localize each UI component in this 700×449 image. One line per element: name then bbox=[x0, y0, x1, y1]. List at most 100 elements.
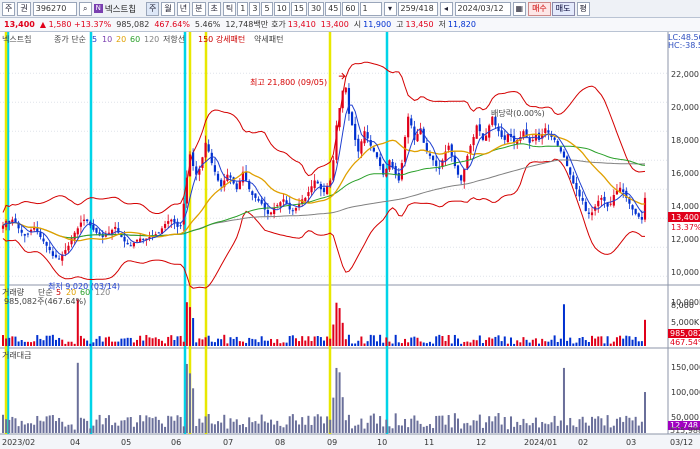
volume-bar bbox=[538, 343, 541, 346]
interval-dropdown-icon[interactable]: ▾ bbox=[383, 1, 397, 16]
x-axis-area[interactable] bbox=[0, 434, 700, 449]
amount-bar bbox=[332, 397, 335, 433]
volume-bar bbox=[453, 334, 456, 346]
amount-bar bbox=[254, 421, 257, 433]
custom-interval-input[interactable]: 1 bbox=[359, 1, 382, 16]
volume-bar bbox=[123, 338, 126, 346]
volume-bar bbox=[475, 340, 478, 346]
interval-45[interactable]: 45 bbox=[325, 1, 342, 16]
volume-bar bbox=[382, 342, 385, 346]
amount-bar bbox=[192, 388, 195, 433]
amount-bar bbox=[111, 425, 114, 433]
period-year[interactable]: 년 bbox=[176, 1, 191, 16]
period-week[interactable]: 주 bbox=[146, 1, 160, 16]
pattern-legend: 150 강세패턴 bbox=[198, 34, 245, 44]
interval-60[interactable]: 60 bbox=[342, 1, 359, 16]
type-selector[interactable]: 권 bbox=[17, 1, 31, 16]
buy-button[interactable]: 매수 bbox=[528, 1, 551, 16]
volume-bar bbox=[375, 341, 378, 346]
amount-bar bbox=[89, 428, 92, 433]
amount-bar bbox=[319, 416, 322, 433]
volume-bar bbox=[329, 338, 332, 346]
current-price: 13,400 bbox=[4, 20, 35, 29]
candle-body bbox=[609, 203, 612, 205]
interval-3[interactable]: 3 bbox=[249, 1, 261, 16]
volume-bar bbox=[587, 341, 590, 346]
volume-bar bbox=[351, 343, 354, 346]
candle-body bbox=[553, 137, 556, 140]
period-tick[interactable]: 틱 bbox=[222, 1, 237, 16]
volume-bar bbox=[51, 334, 54, 346]
volume-bar bbox=[64, 343, 67, 346]
interval-30[interactable]: 30 bbox=[307, 1, 325, 16]
amount-bar bbox=[195, 426, 198, 433]
volume-bar bbox=[528, 342, 531, 346]
volume-bar bbox=[273, 342, 276, 346]
period-second[interactable]: 초 bbox=[207, 1, 221, 16]
volume-bar bbox=[139, 335, 142, 346]
avg-button[interactable]: 평 bbox=[576, 1, 590, 16]
amount-bar bbox=[313, 416, 316, 433]
scroll-left-icon[interactable]: ◂ bbox=[439, 1, 453, 16]
amount-bar bbox=[375, 423, 378, 433]
stock-code-input[interactable]: 396270 bbox=[32, 1, 77, 16]
data-count[interactable]: 259/418 bbox=[397, 1, 438, 16]
calendar-icon[interactable]: ▦ bbox=[512, 1, 527, 16]
price-tick-22000: 22,000 bbox=[671, 70, 699, 79]
amount-bar bbox=[223, 414, 226, 433]
candle-body bbox=[291, 210, 294, 212]
candle-body bbox=[428, 153, 432, 156]
amount-bar bbox=[357, 424, 360, 433]
volume-bar bbox=[562, 304, 565, 346]
amount-bar bbox=[413, 415, 416, 433]
amount-bar bbox=[20, 420, 23, 433]
volume-bar bbox=[223, 334, 226, 346]
interval-1[interactable]: 1 bbox=[237, 1, 249, 16]
interval-15[interactable]: 15 bbox=[290, 1, 307, 16]
amount-bar bbox=[42, 421, 45, 433]
candle-body bbox=[86, 219, 89, 222]
candle-body bbox=[185, 177, 188, 204]
volume-bar bbox=[79, 335, 82, 346]
amount-bar bbox=[298, 424, 301, 433]
candle-body bbox=[157, 232, 160, 234]
volume-bar bbox=[444, 340, 447, 346]
volume-bar bbox=[151, 338, 154, 346]
amount-bar bbox=[491, 421, 494, 433]
y-axis-area[interactable] bbox=[668, 32, 700, 434]
x-label-12: 12 bbox=[476, 438, 486, 447]
stock-chart[interactable]: 넥스트칩 종가 단순 5 10 20 60 120 저항선 150 강세패턴 약… bbox=[0, 32, 700, 449]
candle-body bbox=[260, 199, 263, 204]
date-input[interactable]: 2024/03/12 bbox=[454, 1, 511, 16]
candle-body bbox=[438, 167, 441, 169]
x-label-10: 10 bbox=[377, 438, 387, 447]
period-minute[interactable]: 분 bbox=[192, 1, 206, 16]
volume-bar bbox=[298, 341, 301, 346]
candle-body bbox=[360, 141, 363, 154]
candle-body bbox=[354, 123, 357, 140]
amount-bar bbox=[494, 416, 497, 433]
volume-bar bbox=[338, 308, 341, 346]
amount-bar bbox=[500, 424, 503, 433]
volume-bar bbox=[506, 343, 509, 346]
volume-bar bbox=[83, 338, 86, 346]
weak-pattern-legend: 약세패턴 bbox=[254, 34, 283, 44]
amount-bar bbox=[92, 425, 95, 433]
interval-5[interactable]: 5 bbox=[261, 1, 273, 16]
period-month[interactable]: 월 bbox=[161, 1, 175, 16]
interval-10[interactable]: 10 bbox=[273, 1, 290, 16]
amount-bar bbox=[432, 428, 435, 433]
volume-bar bbox=[164, 343, 167, 346]
candle-body bbox=[95, 227, 98, 233]
mode-selector[interactable]: 주 bbox=[2, 1, 16, 16]
sell-button[interactable]: 매도 bbox=[551, 1, 575, 16]
amount-bar bbox=[369, 415, 372, 433]
price-tick-20000: 20,000 bbox=[671, 103, 699, 112]
amount-bar bbox=[519, 425, 522, 433]
search-icon[interactable]: ⌕ bbox=[78, 1, 92, 16]
volume-bar bbox=[313, 336, 316, 346]
volume-bar bbox=[111, 341, 114, 346]
candle-body bbox=[559, 147, 562, 152]
amount-bar bbox=[294, 420, 297, 433]
volume-bar bbox=[260, 336, 263, 346]
